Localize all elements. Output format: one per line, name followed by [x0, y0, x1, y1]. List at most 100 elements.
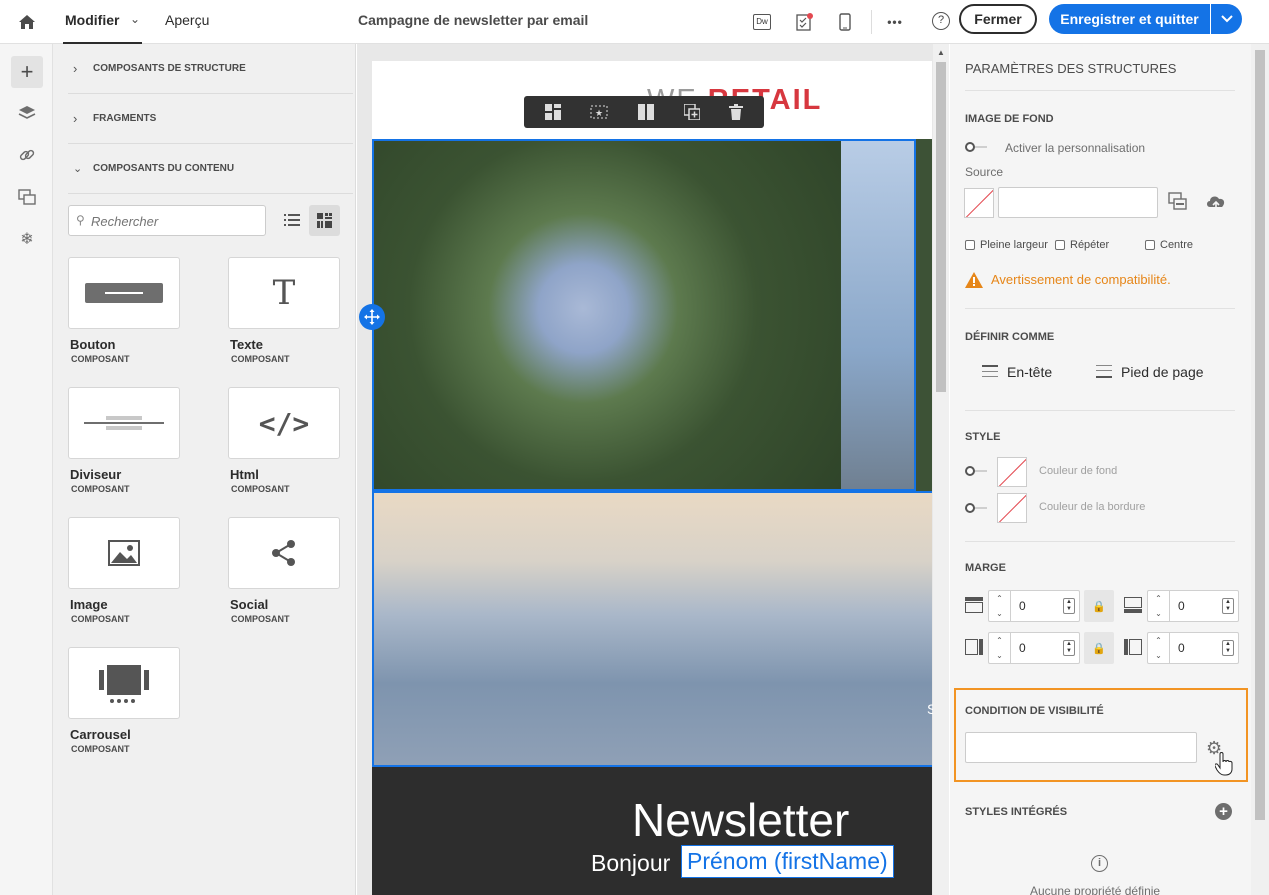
- component-divider-card[interactable]: [68, 387, 180, 459]
- section-label: COMPOSANTS DE STRUCTURE: [93, 63, 246, 74]
- add-style-icon[interactable]: +: [1215, 803, 1232, 820]
- full-width-checkbox[interactable]: Pleine largeur: [965, 239, 1048, 251]
- component-subtitle: COMPOSANT: [71, 354, 130, 364]
- component-title: Image: [70, 597, 108, 612]
- bg-color-swatch[interactable]: [997, 457, 1027, 487]
- spin-icon[interactable]: ▲ ▼: [1063, 598, 1075, 614]
- newsletter-title: Newsletter: [632, 794, 850, 846]
- bg-color-toggle[interactable]: [965, 466, 989, 476]
- text-component-icon: T: [272, 273, 296, 313]
- trash-icon[interactable]: [729, 104, 744, 120]
- stepper-arrows[interactable]: ⌃ ⌄: [989, 633, 1011, 663]
- tab-preview[interactable]: Aperçu: [165, 12, 209, 28]
- help-icon[interactable]: ?: [932, 12, 950, 30]
- canvas-scrollbar[interactable]: ▲: [933, 44, 949, 895]
- mobile-preview-icon[interactable]: [831, 8, 859, 36]
- component-carousel-card[interactable]: [68, 647, 180, 719]
- chevron-right-icon: ›: [73, 111, 78, 126]
- margin-left-stepper[interactable]: ⌃ ⌄ 0 ▲ ▼: [988, 632, 1080, 664]
- header-icon: [982, 365, 998, 377]
- scroll-thumb[interactable]: [936, 62, 946, 392]
- add-icon[interactable]: +: [11, 56, 43, 88]
- home-icon[interactable]: [13, 8, 41, 36]
- section-label: FRAGMENTS: [93, 113, 157, 124]
- hero-image-row[interactable]: [372, 139, 932, 492]
- margin-right-stepper[interactable]: ⌃ ⌄ 0 ▲ ▼: [1147, 632, 1239, 664]
- upload-cloud-icon[interactable]: [1205, 193, 1227, 216]
- spin-icon[interactable]: ▲ ▼: [1222, 598, 1234, 614]
- divider: [965, 410, 1235, 411]
- surf-image-row[interactable]: S: [372, 491, 936, 767]
- divider: [965, 541, 1235, 542]
- chevron-down-icon: ⌄: [73, 163, 83, 175]
- visibility-condition-input[interactable]: [965, 732, 1197, 763]
- search-input[interactable]: [91, 211, 261, 231]
- snowflake-icon[interactable]: ❄: [11, 223, 43, 255]
- spin-icon[interactable]: ▲ ▼: [1063, 640, 1075, 656]
- spin-icon[interactable]: ▲ ▼: [1222, 640, 1234, 656]
- stepper-arrows[interactable]: ⌃ ⌄: [1148, 633, 1170, 663]
- border-color-swatch[interactable]: [997, 493, 1027, 523]
- info-icon: i: [1091, 855, 1108, 872]
- duplicate-icon[interactable]: [683, 104, 700, 120]
- warning-icon: [965, 272, 983, 293]
- personalization-field[interactable]: Prénom (firstName): [681, 845, 894, 878]
- margin-top-stepper[interactable]: ⌃ ⌄ 0 ▲ ▼: [988, 590, 1080, 622]
- chevron-down-icon[interactable]: ⌄: [130, 12, 140, 26]
- move-handle-icon[interactable]: [359, 304, 385, 330]
- border-color-toggle[interactable]: [965, 503, 989, 513]
- component-html-card[interactable]: </>: [228, 387, 340, 459]
- search-field[interactable]: ⚲: [68, 205, 266, 236]
- newsletter-band[interactable]: Newsletter Bonjour Prénom (firstName): [372, 767, 932, 895]
- component-button-card[interactable]: [68, 257, 180, 329]
- link-icon[interactable]: [11, 139, 43, 171]
- layers-icon[interactable]: [11, 97, 43, 129]
- hand-cursor-icon: [1214, 752, 1233, 781]
- list-view-icon[interactable]: [277, 205, 307, 235]
- margin-bottom-stepper[interactable]: ⌃ ⌄ 0 ▲ ▼: [1147, 590, 1239, 622]
- center-checkbox[interactable]: Centre: [1145, 239, 1193, 251]
- stepper-arrows[interactable]: ⌃ ⌄: [1148, 591, 1170, 621]
- dreamweaver-icon[interactable]: Dw: [748, 8, 776, 36]
- section-fragments[interactable]: › FRAGMENTS: [68, 94, 353, 144]
- layout-icon[interactable]: [544, 104, 561, 120]
- margin-left-value: 0: [1019, 641, 1026, 655]
- image-picker-icon[interactable]: [1168, 192, 1188, 217]
- svg-text:★: ★: [595, 108, 603, 118]
- more-options-icon[interactable]: •••: [881, 8, 909, 36]
- page-scrollbar[interactable]: [1251, 44, 1269, 895]
- repeat-checkbox[interactable]: Répéter: [1055, 239, 1109, 251]
- component-image-card[interactable]: [68, 517, 180, 589]
- columns-icon[interactable]: [637, 104, 654, 120]
- greeting-text: Bonjour: [591, 850, 671, 876]
- stepper-arrows[interactable]: ⌃ ⌄: [989, 591, 1011, 621]
- margin-bottom-icon: [1124, 597, 1142, 618]
- tab-edit[interactable]: Modifier: [65, 12, 119, 28]
- component-text-card[interactable]: T: [228, 257, 340, 329]
- compat-warning-link[interactable]: Avertissement de compatibilité.: [991, 272, 1171, 287]
- section-structure-components[interactable]: › COMPOSANTS DE STRUCTURE: [68, 44, 353, 94]
- source-swatch[interactable]: [964, 188, 994, 218]
- close-button[interactable]: Fermer: [959, 4, 1037, 34]
- personalization-toggle[interactable]: [965, 142, 989, 152]
- email-canvas: WE RETAIL ★ S Newsletter Bonjour Prénom …: [357, 44, 949, 895]
- select-icon[interactable]: ★: [590, 105, 608, 119]
- grid-view-icon[interactable]: [309, 205, 340, 236]
- lock-icon[interactable]: 🔒: [1084, 590, 1114, 622]
- save-options-dropdown[interactable]: [1211, 4, 1242, 34]
- footer-option[interactable]: Pied de page: [1096, 364, 1204, 380]
- header-option[interactable]: En-tête: [982, 364, 1052, 380]
- checklist-icon[interactable]: [790, 8, 818, 36]
- lock-icon[interactable]: 🔒: [1084, 632, 1114, 664]
- divider: [965, 308, 1235, 309]
- footer-label: Pied de page: [1121, 364, 1204, 380]
- source-input[interactable]: [998, 187, 1158, 218]
- section-content-components[interactable]: ⌄ COMPOSANTS DU CONTENU: [68, 144, 353, 194]
- component-social-card[interactable]: [228, 517, 340, 589]
- scroll-thumb[interactable]: [1255, 50, 1265, 820]
- scroll-up-icon[interactable]: ▲: [937, 48, 945, 57]
- save-and-quit-button[interactable]: Enregistrer et quitter: [1049, 4, 1210, 34]
- no-property-label: Aucune propriété définie: [1030, 884, 1161, 895]
- image-assets-icon[interactable]: [11, 181, 43, 213]
- left-rail: + ❄: [0, 44, 53, 895]
